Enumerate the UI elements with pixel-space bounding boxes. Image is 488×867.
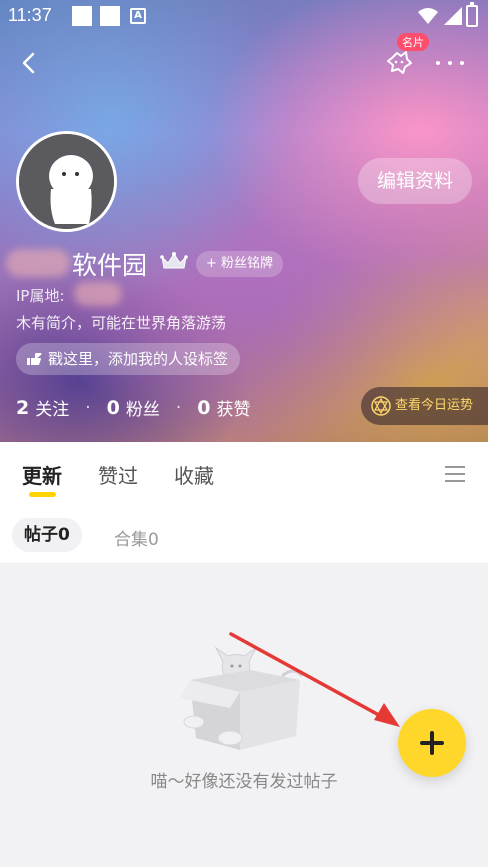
fan-badge-button[interactable]: + 粉丝铭牌 bbox=[196, 251, 284, 277]
stats-separator: · bbox=[175, 397, 182, 418]
notification-icon bbox=[100, 6, 120, 26]
tab-liked[interactable]: 赞过 bbox=[98, 460, 138, 489]
crown-icon[interactable] bbox=[160, 250, 188, 272]
add-persona-tag-button[interactable]: 戳这里，添加我的人设标签 bbox=[16, 343, 241, 375]
add-persona-tag-label: 戳这里，添加我的人设标签 bbox=[48, 350, 229, 368]
daily-fortune-label: 查看今日运势 bbox=[395, 398, 474, 413]
tab-favorites[interactable]: 收藏 bbox=[174, 460, 214, 489]
pointing-hand-icon bbox=[27, 353, 42, 365]
following-count[interactable]: 2 bbox=[16, 397, 29, 419]
avatar[interactable] bbox=[16, 131, 117, 232]
bio: 木有简介，可能在世界角落游荡 bbox=[16, 314, 227, 332]
active-tab-indicator bbox=[29, 492, 56, 497]
daily-fortune-button[interactable]: 查看今日运势 bbox=[361, 387, 488, 425]
blurred-ip-location bbox=[74, 282, 122, 306]
notification-icon bbox=[72, 6, 92, 26]
more-options-button[interactable] bbox=[432, 52, 468, 74]
following-label[interactable]: 关注 bbox=[35, 395, 69, 420]
card-badge: 名片 bbox=[397, 33, 429, 51]
subtab-collections[interactable]: 合集0 bbox=[114, 525, 159, 550]
hexagram-icon bbox=[371, 396, 391, 416]
profile-stats: 2 关注 · 0 粉丝 · 0 获赞 bbox=[16, 395, 251, 421]
status-time: 11:37 bbox=[8, 5, 52, 25]
ip-location-label: IP属地: bbox=[16, 287, 65, 305]
subtab-posts[interactable]: 帖子0 bbox=[12, 518, 82, 552]
battery-icon bbox=[466, 2, 478, 27]
a-icon: A bbox=[130, 8, 146, 24]
fans-label[interactable]: 粉丝 bbox=[126, 395, 160, 420]
back-icon[interactable] bbox=[14, 48, 44, 78]
content-subtabs: 帖子0 合集0 bbox=[0, 502, 488, 564]
likes-label: 获赞 bbox=[216, 400, 251, 420]
blurred-username-prefix bbox=[6, 249, 70, 277]
username: 软件园 bbox=[72, 251, 148, 280]
create-post-button[interactable] bbox=[398, 709, 466, 777]
list-view-icon[interactable] bbox=[445, 464, 467, 484]
tab-updates[interactable]: 更新 bbox=[22, 460, 62, 489]
profile-tabs: 更新 赞过 收藏 bbox=[0, 442, 488, 502]
wifi-icon bbox=[418, 8, 438, 24]
signal-icon bbox=[444, 7, 462, 25]
status-bar: 11:37 A bbox=[0, 0, 488, 32]
fans-count[interactable]: 0 bbox=[107, 397, 120, 419]
empty-box-cat-illustration bbox=[180, 646, 304, 750]
card-icon[interactable] bbox=[382, 46, 416, 80]
edit-profile-button[interactable]: 编辑资料 bbox=[358, 158, 472, 204]
likes-count: 0 bbox=[197, 396, 211, 419]
stats-separator: · bbox=[85, 397, 91, 418]
